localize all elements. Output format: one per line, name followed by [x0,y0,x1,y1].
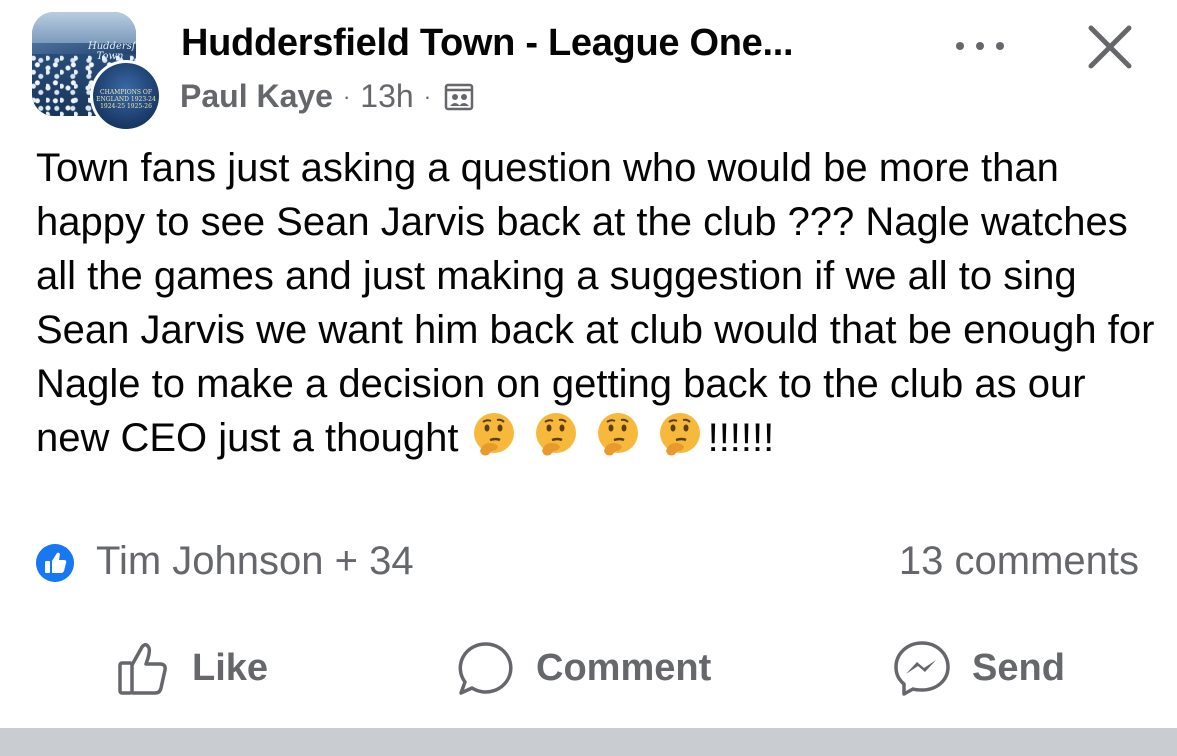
post-card: Huddersfield Town CHAMPIONS OF ENGLAND 1… [0,0,1177,728]
thinking-face-icon [597,413,638,456]
close-icon[interactable] [1087,24,1133,70]
group-name-link[interactable]: Huddersfield Town - League One... [181,22,794,65]
post-text: Town fans just asking a question who wou… [36,141,1156,465]
send-label: Send [972,646,1065,689]
badge-text: CHAMPIONS OF ENGLAND 1923-24 1924-25 192… [96,89,156,110]
comment-button[interactable]: Comment [456,636,711,700]
author-avatar[interactable]: CHAMPIONS OF ENGLAND 1923-24 1924-25 192… [90,60,162,132]
thinking-face-icon [473,413,514,456]
feed-divider [0,728,1177,756]
stadium-roof [32,12,136,44]
comments-count[interactable]: 13 comments [899,539,1139,584]
avatar-stack[interactable]: Huddersfield Town CHAMPIONS OF ENGLAND 1… [32,12,167,132]
thinking-face-icon [659,413,700,456]
author-name-link[interactable]: Paul Kaye [180,78,333,115]
more-horizontal-icon[interactable] [956,30,1012,58]
post-meta: Paul Kaye · 13h · [180,78,475,115]
thinking-face-icon [535,413,576,456]
comment-label: Comment [536,646,712,689]
send-button[interactable]: Send [892,636,1065,700]
post-timestamp[interactable]: 13h [360,78,413,115]
like-label: Like [192,646,269,689]
group-members-icon [444,83,474,110]
thumbs-up-icon [118,643,167,695]
like-reaction-icon[interactable] [36,544,74,582]
separator-dot: · [423,83,432,109]
post-body-end: !!!!!! [707,416,775,460]
group-avatar-text: Huddersfield Town [88,41,136,62]
comment-bubble-icon [458,642,513,695]
reactions-summary[interactable]: Tim Johnson + 34 [96,539,414,584]
separator-dot: · [342,83,351,109]
messenger-icon [894,641,950,696]
club-badge: CHAMPIONS OF ENGLAND 1923-24 1924-25 192… [93,63,159,129]
like-button[interactable]: Like [116,636,268,700]
